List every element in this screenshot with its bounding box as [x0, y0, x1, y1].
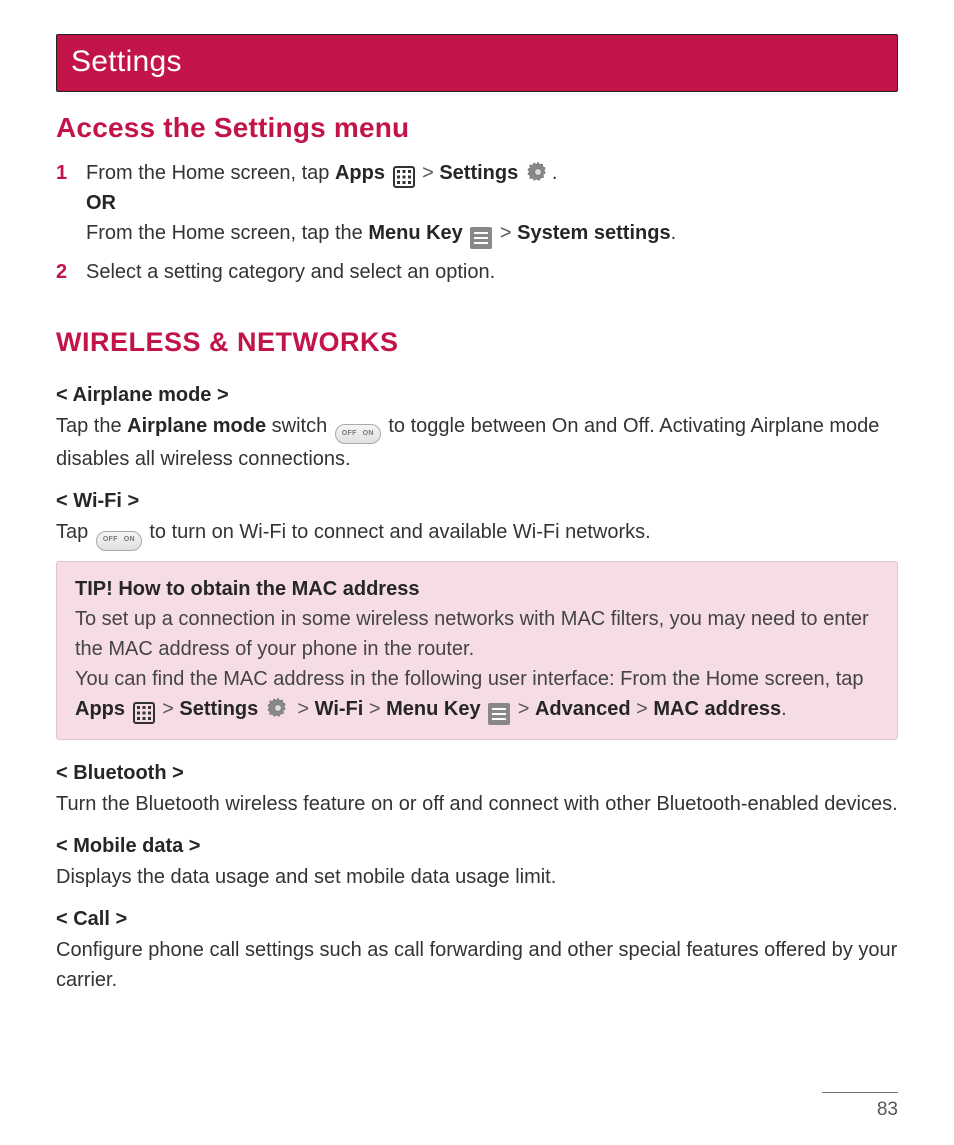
system-settings-label: System settings [517, 222, 670, 244]
tip-line-2: You can find the MAC address in the foll… [75, 664, 879, 725]
text: From the Home screen, tap the [86, 222, 368, 244]
document-page: Settings Access the Settings menu From t… [0, 0, 954, 1145]
tip-box: TIP! How to obtain the MAC address To se… [56, 561, 898, 740]
menu-key-icon [470, 227, 492, 249]
page-number: 83 [822, 1093, 898, 1121]
mobile-data-body: Displays the data usage and set mobile d… [56, 862, 898, 892]
mobile-data-heading: < Mobile data > [56, 835, 898, 858]
or-label: OR [86, 192, 116, 214]
bluetooth-body: Turn the Bluetooth wireless feature on o… [56, 789, 898, 819]
text: You can find the MAC address in the foll… [75, 668, 864, 690]
menu-key-icon [488, 703, 510, 725]
call-heading: < Call > [56, 908, 898, 931]
wifi-heading: < Wi-Fi > [56, 490, 898, 513]
advanced-label: Advanced [535, 698, 631, 720]
separator: > [292, 698, 315, 720]
airplane-mode-label: Airplane mode [127, 415, 266, 437]
toggle-switch-icon: OFFON [335, 424, 381, 444]
bluetooth-heading: < Bluetooth > [56, 762, 898, 785]
settings-label: Settings [439, 162, 518, 184]
page-footer: 83 [822, 1092, 898, 1121]
chapter-title: Settings [71, 45, 182, 78]
gear-icon [266, 696, 290, 720]
gear-icon [526, 160, 550, 184]
menu-key-label: Menu Key [386, 698, 480, 720]
text: Tap the [56, 415, 127, 437]
wifi-body: Tap OFFON to turn on Wi-Fi to connect an… [56, 517, 898, 550]
text: to turn on Wi-Fi to connect and availabl… [144, 521, 651, 543]
text: Tap [56, 521, 94, 543]
separator: > [631, 698, 654, 720]
apps-icon [133, 702, 155, 724]
apps-label: Apps [335, 162, 385, 184]
text: . [671, 222, 677, 244]
toggle-switch-icon: OFFON [96, 531, 142, 551]
menu-key-label: Menu Key [368, 222, 462, 244]
text: . [781, 698, 787, 720]
wifi-label: Wi-Fi [315, 698, 364, 720]
chapter-title-bar: Settings [56, 34, 898, 92]
airplane-mode-body: Tap the Airplane mode switch OFFON to to… [56, 411, 898, 474]
text: From the Home screen, tap [86, 162, 335, 184]
section-heading-wireless: WIRELESS & NETWORKS [56, 327, 898, 358]
call-body: Configure phone call settings such as ca… [56, 935, 898, 995]
text: switch [266, 415, 333, 437]
text: Select a setting category and select an … [86, 261, 495, 283]
separator: > [494, 222, 517, 244]
separator: > [417, 162, 440, 184]
section-heading-access: Access the Settings menu [56, 112, 898, 144]
separator: > [157, 698, 180, 720]
apps-label: Apps [75, 698, 125, 720]
mac-address-label: MAC address [653, 698, 781, 720]
tip-line-1: To set up a connection in some wireless … [75, 604, 879, 664]
apps-icon [393, 166, 415, 188]
airplane-mode-heading: < Airplane mode > [56, 384, 898, 407]
separator: > [512, 698, 535, 720]
tip-heading: TIP! How to obtain the MAC address [75, 574, 879, 604]
text: . [552, 162, 558, 184]
steps-list: From the Home screen, tap Apps > Setting… [56, 158, 898, 287]
separator: > [363, 698, 386, 720]
settings-label: Settings [179, 698, 258, 720]
step-2: Select a setting category and select an … [56, 257, 898, 287]
step-1: From the Home screen, tap Apps > Setting… [56, 158, 898, 249]
